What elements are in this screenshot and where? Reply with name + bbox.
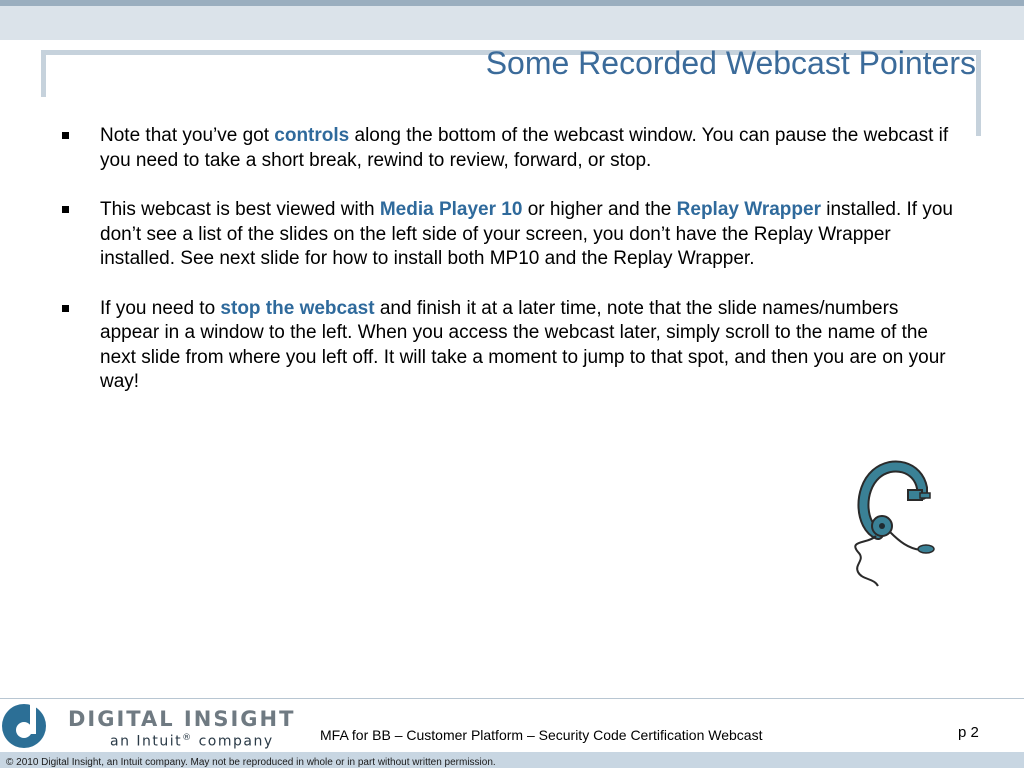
logo-tagline-pre: an Intuit xyxy=(110,733,183,750)
company-logo: DIGITAL INSIGHT an Intuit® company xyxy=(2,699,302,753)
bullet-text: If you need to xyxy=(100,297,221,319)
highlighted-term: Media Player 10 xyxy=(379,199,523,220)
headset-icon xyxy=(854,460,935,587)
bullet-text: This webcast is best viewed with xyxy=(100,199,380,220)
header-band xyxy=(0,6,1024,40)
bullet-list: Note that you’ve got controls along the … xyxy=(62,124,962,420)
copyright-notice: © 2010 Digital Insight, an Intuit compan… xyxy=(6,757,496,768)
frame-gap-left xyxy=(40,97,52,147)
highlighted-term: controls xyxy=(274,125,350,146)
highlighted-term: Replay Wrapper xyxy=(676,199,821,220)
logo-tagline-post: company xyxy=(192,733,274,750)
bullet-item: If you need to stop the webcast and fini… xyxy=(62,297,962,395)
highlighted-term: stop the webcast xyxy=(220,297,375,319)
bullet-item: Note that you’ve got controls along the … xyxy=(62,124,962,173)
page-number: p 2 xyxy=(958,724,979,741)
bullet-text: Note that you’ve got xyxy=(100,125,275,146)
slide-title: Some Recorded Webcast Pointers xyxy=(485,45,976,81)
logo-wordmark: DIGITAL INSIGHT xyxy=(68,707,296,731)
logo-tagline: an Intuit® company xyxy=(110,733,274,750)
bullet-marker-icon xyxy=(62,206,69,213)
bullet-text: or higher and the xyxy=(522,199,677,220)
footer-title: MFA for BB – Customer Platform – Securit… xyxy=(320,727,763,743)
logo-mark-icon xyxy=(2,704,46,748)
bullet-marker-icon xyxy=(62,132,69,139)
logo-reg-mark: ® xyxy=(182,733,193,743)
bullet-item: This webcast is best viewed with Media P… xyxy=(62,198,962,272)
bullet-marker-icon xyxy=(62,304,69,312)
